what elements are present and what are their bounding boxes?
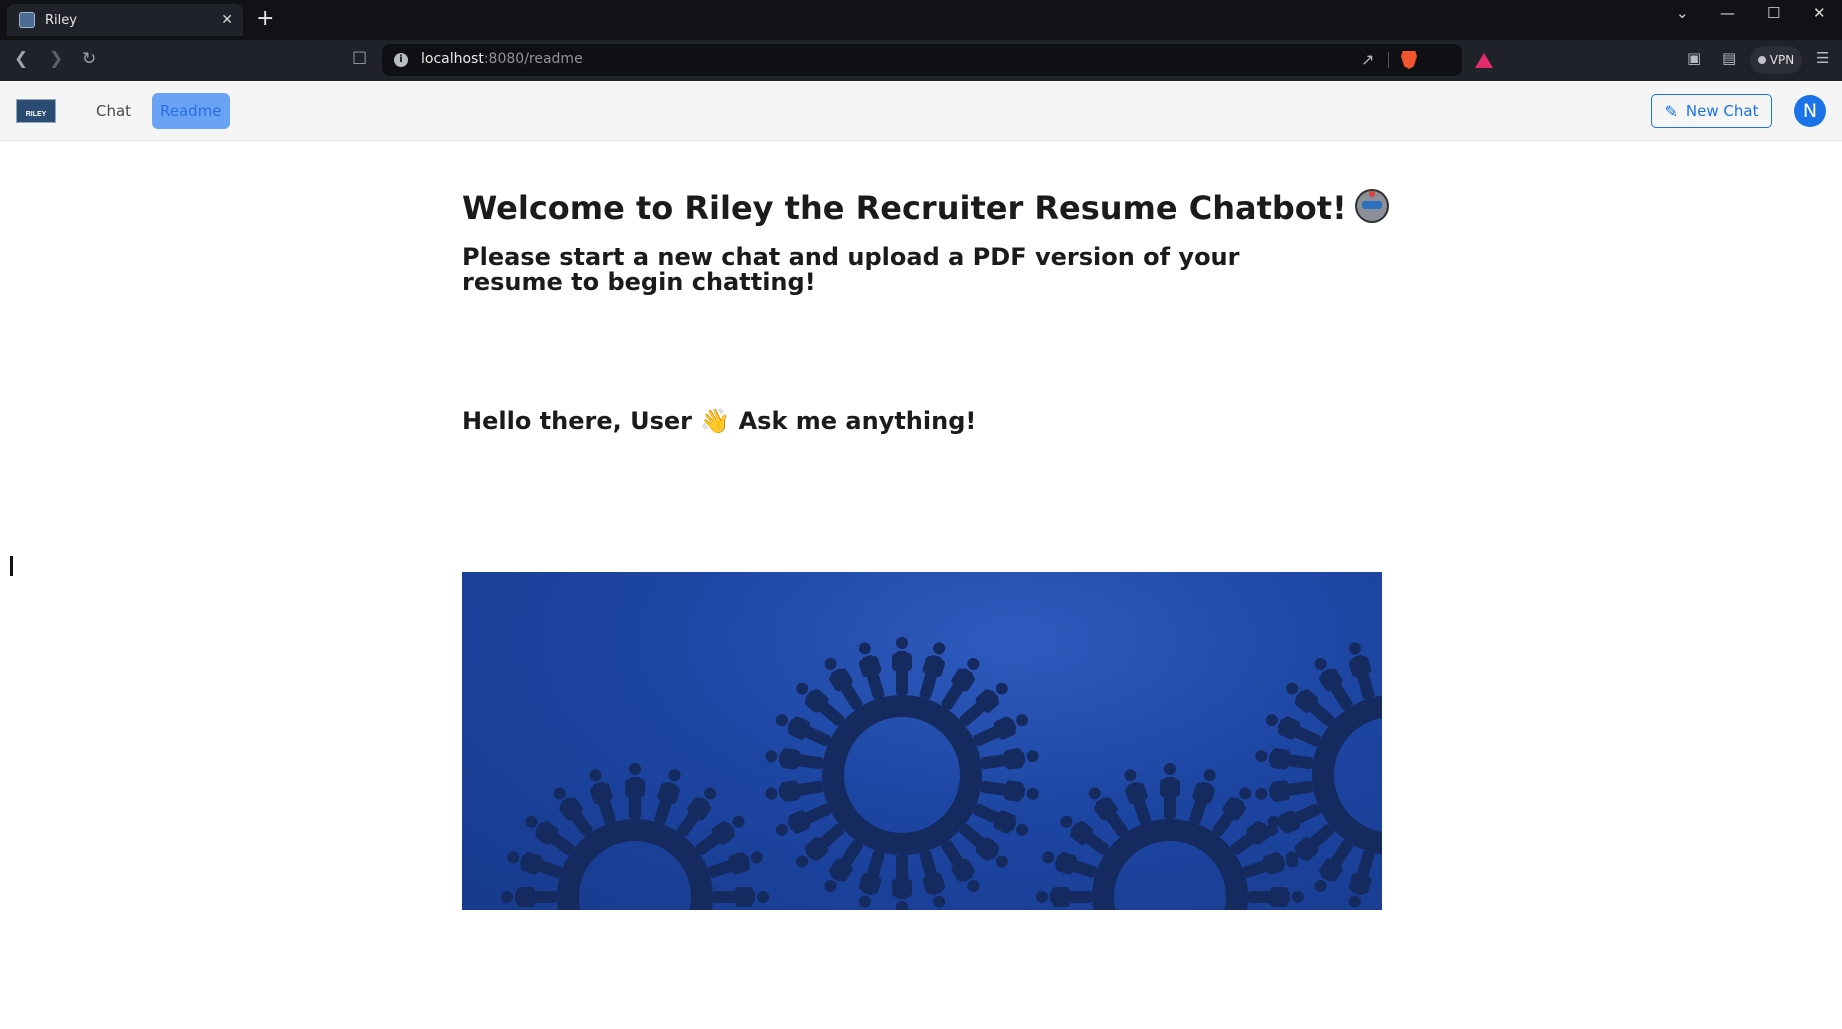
person-icon xyxy=(858,850,885,908)
browser-toolbar: ❮ ❯ ↻ ☐ i localhost:8080/readme ↗ ▣ ▤ VP… xyxy=(0,40,1842,81)
sidebar-icon[interactable]: ▣ xyxy=(1687,49,1701,67)
person-icon xyxy=(980,780,1039,802)
address-bar[interactable]: i localhost:8080/readme ↗ xyxy=(382,44,1493,76)
people-gears-illustration xyxy=(501,637,1382,910)
person-icon xyxy=(919,642,946,700)
site-info-icon[interactable]: i xyxy=(394,53,408,67)
vpn-status-icon xyxy=(1757,56,1766,64)
wallet-icon[interactable]: ▤ xyxy=(1722,49,1736,67)
edit-icon: ✎ xyxy=(1664,101,1678,121)
divider xyxy=(1388,52,1389,68)
new-chat-label: New Chat xyxy=(1685,102,1759,120)
forward-icon[interactable]: ❯ xyxy=(49,49,63,69)
vpn-button[interactable]: VPN xyxy=(1750,46,1802,74)
new-tab-button[interactable]: + xyxy=(256,7,274,31)
tab-search-icon[interactable]: ⌄ xyxy=(1676,4,1689,22)
person-icon xyxy=(713,887,769,907)
share-icon[interactable]: ↗ xyxy=(1361,50,1374,69)
person-icon xyxy=(765,780,824,802)
gear-ring xyxy=(1092,819,1248,910)
person-icon xyxy=(1036,887,1092,907)
vpn-label: VPN xyxy=(1769,53,1795,67)
person-icon xyxy=(654,769,681,824)
banner-image xyxy=(462,572,1382,910)
greeting-text: Hello there, User xyxy=(462,407,692,435)
person-icon xyxy=(1348,642,1375,700)
page-title-text: Welcome to Riley the Recruiter Resume Ch… xyxy=(462,189,1347,227)
person-icon xyxy=(892,637,912,695)
nav-readme[interactable]: Readme xyxy=(152,93,230,129)
person-icon xyxy=(589,769,616,824)
page-subtitle: Please start a new chat and upload a PDF… xyxy=(462,243,1240,296)
url-text[interactable]: localhost:8080/readme xyxy=(421,51,583,67)
person-icon xyxy=(1348,850,1375,908)
brave-shields-icon[interactable] xyxy=(1401,51,1417,69)
greeting: Hello there, User 👋 Ask me anything! xyxy=(462,407,976,435)
gear-ring xyxy=(822,695,982,855)
maximize-icon[interactable]: ☐ xyxy=(1767,4,1780,22)
person-icon xyxy=(1255,748,1314,770)
person-icon xyxy=(765,748,824,770)
favicon-icon xyxy=(19,12,35,28)
user-avatar[interactable]: N xyxy=(1794,95,1826,127)
bookmark-icon[interactable]: ☐ xyxy=(352,49,367,69)
nav-chat[interactable]: Chat xyxy=(88,93,139,129)
back-icon[interactable]: ❮ xyxy=(14,49,28,69)
url-host: localhost xyxy=(421,51,484,67)
person-icon xyxy=(980,748,1039,770)
browser-tab[interactable]: Riley ✕ xyxy=(7,4,243,36)
brave-rewards-icon[interactable] xyxy=(1475,53,1493,68)
close-window-icon[interactable]: ✕ xyxy=(1813,4,1826,22)
person-icon xyxy=(1124,769,1151,824)
person-icon xyxy=(625,763,645,819)
person-icon xyxy=(892,855,912,910)
riley-logo[interactable]: RILEY xyxy=(16,99,56,123)
page-title: Welcome to Riley the Recruiter Resume Ch… xyxy=(462,189,1389,227)
gear-ring xyxy=(1312,695,1382,855)
person-icon xyxy=(919,850,946,908)
person-icon xyxy=(1189,769,1216,824)
person-icon xyxy=(858,642,885,700)
person-icon xyxy=(1248,887,1304,907)
waving-hand-icon: 👋 xyxy=(700,407,731,435)
minimize-icon[interactable]: — xyxy=(1720,4,1735,22)
person-icon xyxy=(708,851,763,878)
browser-tabbar: Riley ✕ + ⌄ — ☐ ✕ xyxy=(0,0,1842,40)
text-cursor xyxy=(10,556,13,576)
person-icon xyxy=(507,851,562,878)
person-icon xyxy=(501,887,557,907)
menu-icon[interactable]: ☰ xyxy=(1816,49,1829,67)
tab-title: Riley xyxy=(45,12,77,28)
person-icon xyxy=(1255,780,1314,802)
reload-icon[interactable]: ↻ xyxy=(82,49,96,69)
url-path: :8080/readme xyxy=(483,51,583,67)
greeting-ask: Ask me anything! xyxy=(738,407,977,435)
robot-icon xyxy=(1354,189,1389,223)
gear-ring xyxy=(557,819,713,910)
person-icon xyxy=(1160,763,1180,819)
close-tab-icon[interactable]: ✕ xyxy=(221,12,233,28)
new-chat-button[interactable]: ✎ New Chat xyxy=(1651,94,1772,128)
person-icon xyxy=(1042,851,1097,878)
app-header: RILEY Chat Readme ✎ New Chat N xyxy=(0,81,1842,141)
